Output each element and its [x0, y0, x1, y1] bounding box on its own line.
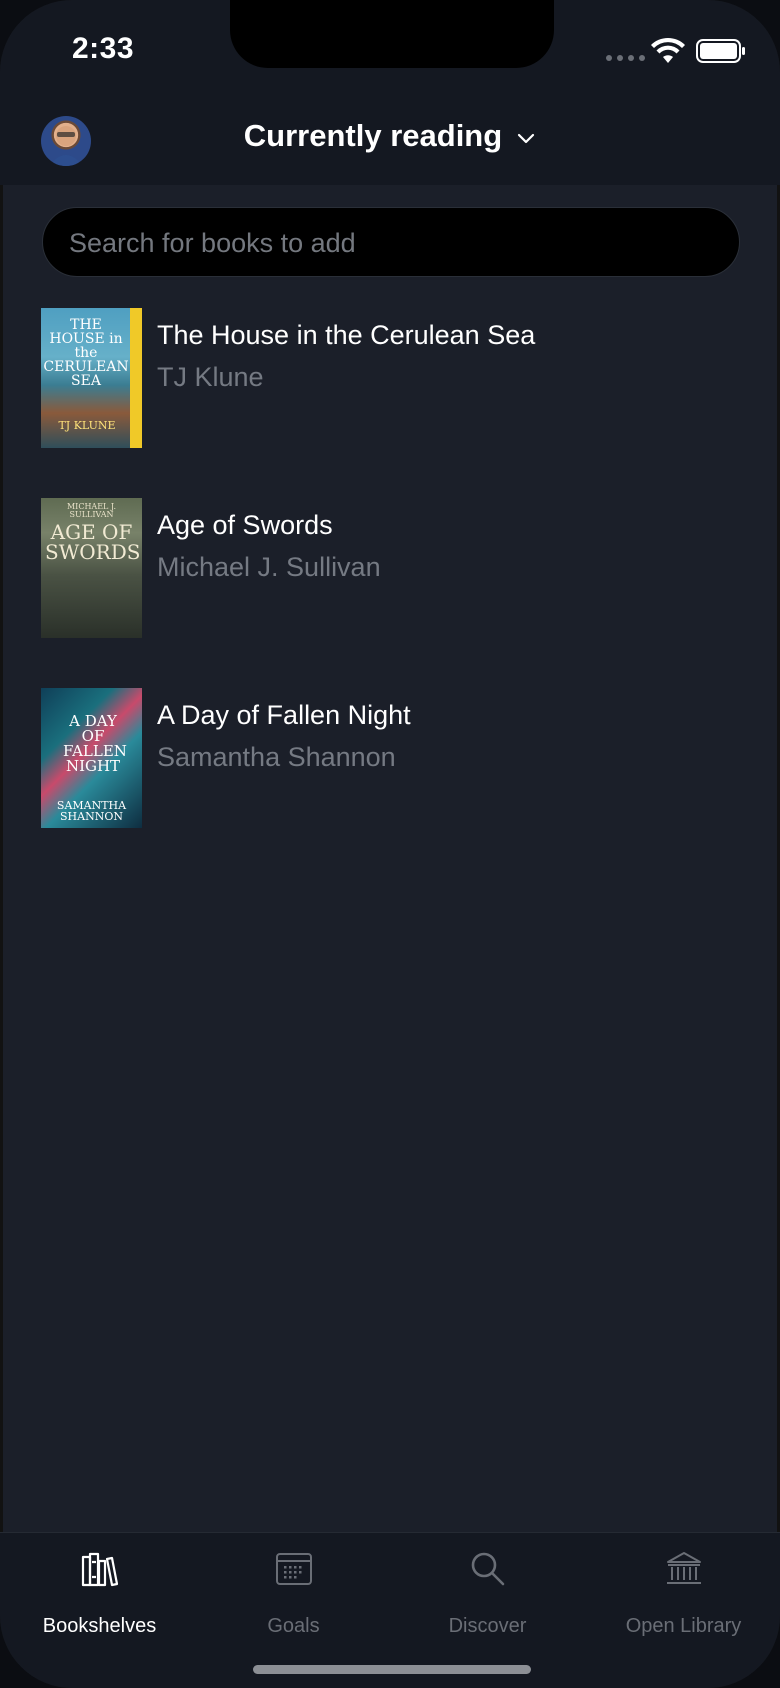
- tab-open-library[interactable]: Open Library: [586, 1533, 780, 1643]
- book-author: Michael J. Sullivan: [157, 552, 381, 582]
- book-author: TJ Klune: [157, 362, 264, 392]
- list-item[interactable]: A DAY OF FALLEN NIGHT SAMANTHA SHANNON A…: [41, 688, 701, 830]
- app-screen: 2:33 Currently reading Search for books …: [0, 0, 780, 1688]
- page-title: Currently reading: [243, 118, 503, 153]
- status-time: 2:33: [72, 32, 135, 65]
- tab-goals[interactable]: Goals: [196, 1533, 391, 1643]
- tab-discover[interactable]: Discover: [390, 1533, 585, 1643]
- book-cover: MICHAEL J. SULLIVAN AGE OF SWORDS: [41, 498, 142, 638]
- list-item[interactable]: MICHAEL J. SULLIVAN AGE OF SWORDS Age of…: [41, 498, 701, 640]
- home-indicator[interactable]: [253, 1665, 531, 1674]
- book-title: The House in the Cerulean Sea: [157, 320, 536, 350]
- tab-bookshelves[interactable]: Bookshelves: [2, 1533, 197, 1643]
- wifi-icon: [651, 37, 685, 63]
- book-author: Samantha Shannon: [157, 742, 396, 772]
- list-item[interactable]: THE HOUSE in the CERULEAN SEA TJ KLUNE T…: [41, 308, 701, 450]
- cellular-signal-icon: [606, 55, 645, 61]
- search-placeholder: Search for books to add: [69, 228, 356, 258]
- book-title: A Day of Fallen Night: [157, 700, 411, 730]
- device-notch: [230, 0, 554, 68]
- battery-icon: [696, 39, 745, 63]
- library-icon: [666, 1552, 701, 1584]
- shelf-selector[interactable]: Currently reading: [0, 118, 780, 154]
- book-cover: THE HOUSE in the CERULEAN SEA TJ KLUNE: [41, 308, 142, 448]
- tab-label: Discover: [448, 1615, 527, 1637]
- calendar-icon: [275, 1553, 312, 1585]
- tab-label: Bookshelves: [42, 1615, 157, 1637]
- search-input[interactable]: Search for books to add: [42, 207, 740, 277]
- chevron-down-icon: [518, 133, 535, 144]
- book-title: Age of Swords: [157, 510, 333, 540]
- search-icon: [471, 1552, 504, 1586]
- book-cover: A DAY OF FALLEN NIGHT SAMANTHA SHANNON: [41, 688, 142, 828]
- bookshelves-icon: [81, 1552, 118, 1587]
- tab-label: Open Library: [625, 1615, 742, 1637]
- tab-label: Goals: [267, 1615, 320, 1637]
